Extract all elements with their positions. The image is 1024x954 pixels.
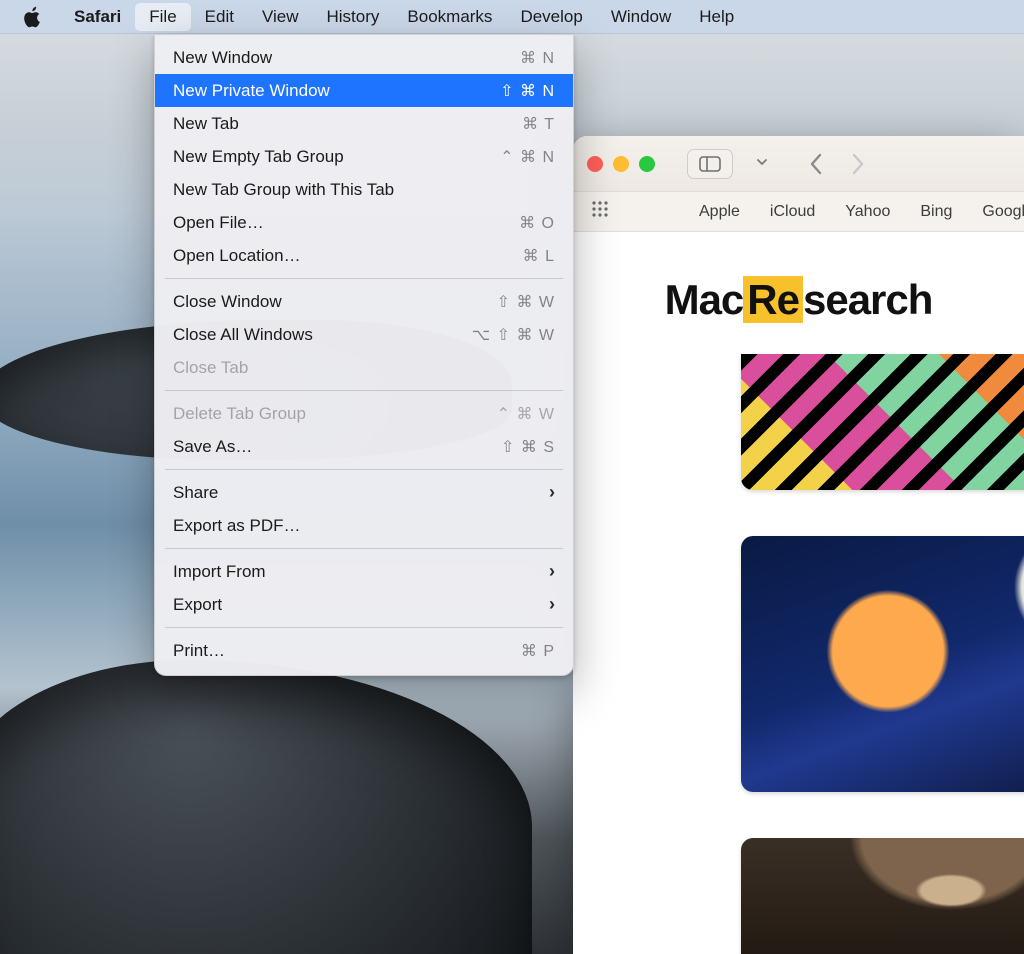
menu-item-label: Import From xyxy=(173,562,549,582)
article-thumbnail[interactable] xyxy=(741,536,1024,792)
menu-item-label: Share xyxy=(173,483,549,503)
menu-separator xyxy=(165,627,563,628)
logo-text-post: search xyxy=(803,276,932,323)
menu-separator xyxy=(165,548,563,549)
menu-item[interactable]: Open File…⌘ O xyxy=(155,206,573,239)
favorites-bar: Apple iCloud Yahoo Bing Google xyxy=(573,192,1024,232)
favorite-link[interactable]: Bing xyxy=(920,203,952,221)
submenu-arrow-icon: › xyxy=(549,482,555,503)
menu-item[interactable]: Close All Windows⌥ ⇧ ⌘ W xyxy=(155,318,573,351)
web-content: MacResearch xyxy=(573,232,1024,954)
menu-item-label: Open Location… xyxy=(173,246,523,266)
menubar-item-window[interactable]: Window xyxy=(597,3,685,31)
menu-item-label: Delete Tab Group xyxy=(173,404,497,424)
safari-window: Apple iCloud Yahoo Bing Google MacResear… xyxy=(573,136,1024,954)
menu-item[interactable]: New Tab Group with This Tab xyxy=(155,173,573,206)
menu-item: Delete Tab Group⌃ ⌘ W xyxy=(155,397,573,430)
safari-titlebar xyxy=(573,136,1024,192)
menu-separator xyxy=(165,278,563,279)
menu-item-shortcut: ⌘ O xyxy=(519,213,555,233)
menu-item-shortcut: ⌘ L xyxy=(523,246,555,266)
menu-item-label: Export xyxy=(173,595,549,615)
menu-item-label: New Private Window xyxy=(173,81,500,101)
menu-item-shortcut: ⌘ N xyxy=(520,48,555,68)
menu-item[interactable]: New Empty Tab Group⌃ ⌘ N xyxy=(155,140,573,173)
menubar-item-develop[interactable]: Develop xyxy=(506,3,596,31)
menu-item-shortcut: ⌃ ⌘ N xyxy=(500,147,555,167)
system-menubar: Safari File Edit View History Bookmarks … xyxy=(0,0,1024,34)
menu-item[interactable]: New Tab⌘ T xyxy=(155,107,573,140)
close-window-button[interactable] xyxy=(587,156,603,172)
menu-item-shortcut: ⌃ ⌘ W xyxy=(497,404,555,424)
apple-menu-icon[interactable] xyxy=(20,4,46,30)
menu-item: Close Tab xyxy=(155,351,573,384)
menu-item-label: Save As… xyxy=(173,437,501,457)
menu-item-label: Close Window xyxy=(173,292,497,312)
menu-item[interactable]: New Window⌘ N xyxy=(155,41,573,74)
menu-item-shortcut: ⇧ ⌘ W xyxy=(497,292,555,312)
tab-group-dropdown-icon[interactable] xyxy=(751,155,773,173)
menubar-item-edit[interactable]: Edit xyxy=(191,3,248,31)
minimize-window-button[interactable] xyxy=(613,156,629,172)
article-thumbnail[interactable] xyxy=(741,354,1024,490)
menubar-app-name[interactable]: Safari xyxy=(60,3,135,31)
menubar-item-help[interactable]: Help xyxy=(685,3,748,31)
forward-button[interactable] xyxy=(849,153,867,175)
menu-item-shortcut: ⌘ T xyxy=(522,114,555,134)
show-start-page-icon[interactable] xyxy=(591,200,609,223)
zoom-window-button[interactable] xyxy=(639,156,655,172)
menu-item-label: New Tab Group with This Tab xyxy=(173,180,555,200)
menu-item-shortcut: ⇧ ⌘ N xyxy=(500,81,555,101)
menu-item[interactable]: Print…⌘ P xyxy=(155,634,573,667)
favorite-link[interactable]: Google xyxy=(982,203,1024,221)
menu-item-label: Export as PDF… xyxy=(173,516,555,536)
menubar-item-file[interactable]: File xyxy=(135,3,190,31)
submenu-arrow-icon: › xyxy=(549,561,555,582)
menubar-item-bookmarks[interactable]: Bookmarks xyxy=(393,3,506,31)
back-button[interactable] xyxy=(807,153,825,175)
menu-item-label: Open File… xyxy=(173,213,519,233)
favorite-link[interactable]: Apple xyxy=(699,203,740,221)
window-traffic-lights xyxy=(587,156,655,172)
site-logo: MacResearch xyxy=(573,276,1024,324)
menu-item-shortcut: ⌘ P xyxy=(521,641,555,661)
menu-item-label: Close All Windows xyxy=(173,325,472,345)
logo-text-pre: Mac xyxy=(665,276,744,323)
menu-separator xyxy=(165,390,563,391)
menu-item-label: New Window xyxy=(173,48,520,68)
menu-item-label: New Tab xyxy=(173,114,522,134)
favorite-link[interactable]: Yahoo xyxy=(845,203,890,221)
menu-item-label: New Empty Tab Group xyxy=(173,147,500,167)
menu-item-label: Print… xyxy=(173,641,521,661)
article-thumbnail[interactable] xyxy=(741,838,1024,954)
menu-item[interactable]: Export› xyxy=(155,588,573,621)
menu-item-shortcut: ⌥ ⇧ ⌘ W xyxy=(472,325,555,345)
menu-separator xyxy=(165,469,563,470)
menubar-item-history[interactable]: History xyxy=(313,3,394,31)
menu-item[interactable]: Export as PDF… xyxy=(155,509,573,542)
menu-item[interactable]: New Private Window⇧ ⌘ N xyxy=(155,74,573,107)
menu-item[interactable]: Import From› xyxy=(155,555,573,588)
menu-item[interactable]: Share› xyxy=(155,476,573,509)
sidebar-toggle-button[interactable] xyxy=(687,149,733,179)
menu-item[interactable]: Save As…⇧ ⌘ S xyxy=(155,430,573,463)
menu-item[interactable]: Close Window⇧ ⌘ W xyxy=(155,285,573,318)
logo-text-highlight: Re xyxy=(743,276,803,323)
submenu-arrow-icon: › xyxy=(549,594,555,615)
menu-item-shortcut: ⇧ ⌘ S xyxy=(501,437,555,457)
menu-item-label: Close Tab xyxy=(173,358,555,378)
menubar-item-view[interactable]: View xyxy=(248,3,313,31)
file-menu-dropdown: New Window⌘ NNew Private Window⇧ ⌘ NNew … xyxy=(154,34,574,676)
menu-item[interactable]: Open Location…⌘ L xyxy=(155,239,573,272)
favorite-link[interactable]: iCloud xyxy=(770,203,815,221)
